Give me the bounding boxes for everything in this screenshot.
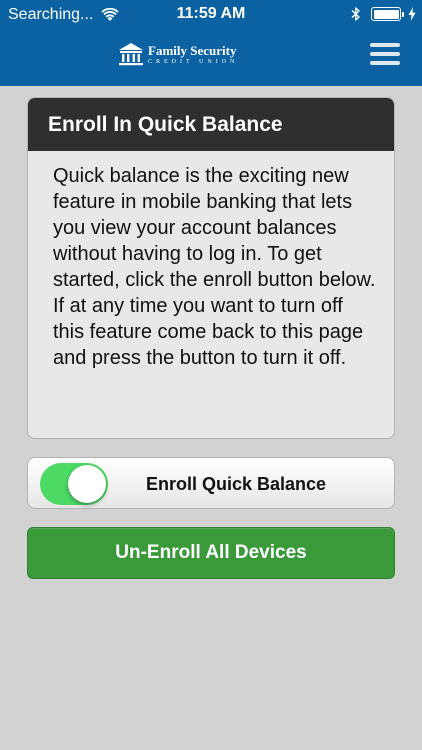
unenroll-all-devices-button[interactable]: Un-Enroll All Devices (27, 527, 395, 579)
toggle-knob (68, 465, 106, 503)
credit-union-logo: Family Security CREDIT UNION (118, 42, 238, 66)
card-title: Enroll In Quick Balance (28, 98, 394, 151)
logo-text: Family Security CREDIT UNION (148, 44, 238, 65)
battery-icon (371, 7, 404, 21)
battery-level-fill (373, 9, 399, 19)
menu-line (370, 61, 400, 65)
status-bar: Searching... 11:59 AM (0, 0, 422, 30)
status-right (351, 6, 416, 22)
logo-name: Family Security (148, 42, 237, 58)
logo-subtitle: CREDIT UNION (148, 58, 239, 65)
battery-nub (402, 11, 404, 17)
app-header: Searching... 11:59 AM Family Security CR… (0, 0, 422, 86)
bank-building-icon (119, 43, 143, 66)
card-description: Quick balance is the exciting new featur… (53, 165, 376, 369)
menu-line (370, 52, 400, 56)
enroll-quick-balance-row[interactable]: Enroll Quick Balance (27, 457, 395, 509)
hamburger-menu-icon[interactable] (370, 43, 400, 65)
bluetooth-icon (351, 7, 360, 21)
quick-balance-card: Enroll In Quick Balance Quick balance is… (27, 97, 395, 439)
enroll-toggle-switch[interactable] (40, 463, 108, 505)
enroll-label: Enroll Quick Balance (146, 474, 327, 494)
charging-bolt-icon (408, 7, 416, 21)
menu-line (370, 43, 400, 47)
